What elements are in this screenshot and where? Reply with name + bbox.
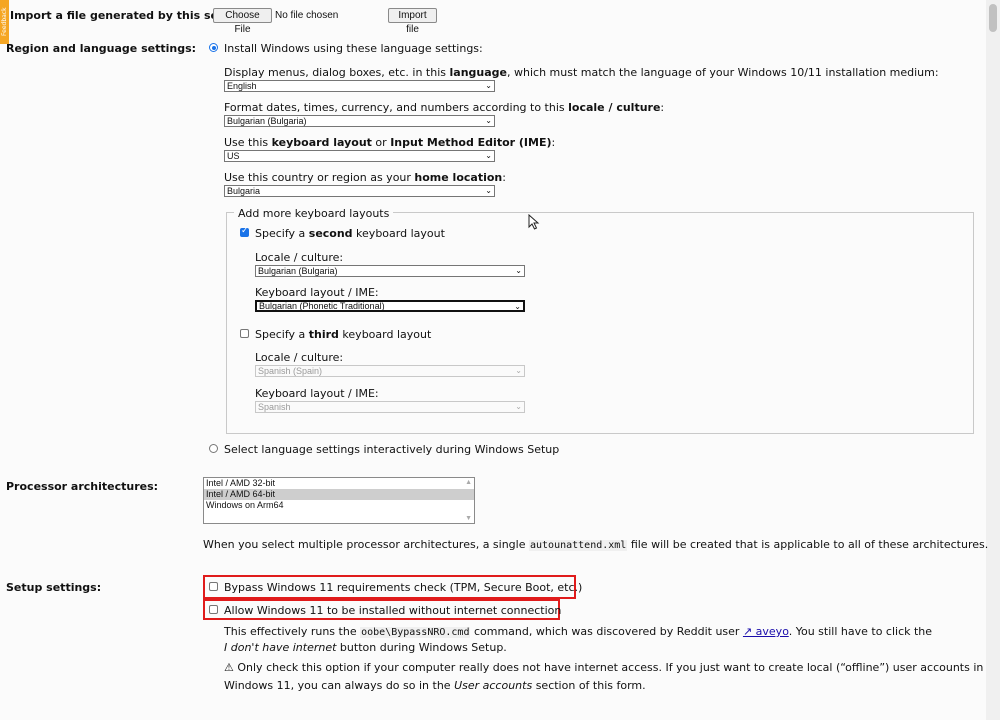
install-settings-label: Install Windows using these language set…	[224, 42, 483, 55]
chevron-down-icon: ⌄	[515, 402, 522, 411]
chevron-down-icon: ⌄	[485, 81, 492, 90]
second-layout-label: Specify a second keyboard layout	[255, 227, 445, 240]
offline-warning-line1: ⚠ Only check this option if your compute…	[224, 661, 984, 674]
feedback-tab[interactable]: Feedback	[0, 0, 9, 44]
scroll-up-icon[interactable]: ▲	[465, 479, 472, 486]
home-location-select[interactable]: Bulgaria ⌄	[224, 185, 495, 197]
home-location-label: Use this country or region as your home …	[224, 171, 506, 184]
chevron-down-icon: ⌄	[514, 302, 521, 311]
bypass-requirements-label: Bypass Windows 11 requirements check (TP…	[224, 581, 583, 594]
display-language-select[interactable]: English ⌄	[224, 80, 495, 92]
chevron-down-icon: ⌄	[485, 186, 492, 195]
processor-listbox[interactable]: Intel / AMD 32-bit Intel / AMD 64-bit Wi…	[203, 477, 475, 524]
import-file-button[interactable]: Import file	[388, 8, 437, 35]
warning-icon: ⚠	[224, 661, 234, 674]
chevron-down-icon: ⌄	[515, 366, 522, 375]
second-locale-select[interactable]: Bulgarian (Bulgaria) ⌄	[255, 265, 525, 277]
processor-option[interactable]: Windows on Arm64	[204, 500, 474, 511]
processor-option[interactable]: Intel / AMD 64-bit	[204, 489, 474, 500]
second-layout-ime-label: Keyboard layout / IME:	[255, 286, 379, 299]
cursor-icon	[528, 214, 540, 230]
offline-warning-line2: Windows 11, you can always do so in the …	[224, 679, 646, 692]
aveyo-link[interactable]: ↗ aveyo	[743, 625, 789, 638]
bypassnro-info-line1: This effectively runs the oobe\BypassNRO…	[224, 625, 933, 638]
second-layout-ime-select[interactable]: Bulgarian (Phonetic Traditional) ⌄	[255, 300, 525, 312]
keyboard-layout-select[interactable]: US ⌄	[224, 150, 495, 162]
second-layout-checkbox[interactable]	[240, 226, 249, 237]
format-locale-select[interactable]: Bulgarian (Bulgaria) ⌄	[224, 115, 495, 127]
processor-section-label: Processor architectures:	[6, 480, 159, 493]
third-layout-ime-select[interactable]: Spanish ⌄	[255, 401, 525, 413]
bypassnro-info-line2: I don't have internet button during Wind…	[224, 641, 507, 654]
no-internet-checkbox[interactable]	[209, 605, 218, 614]
chevron-down-icon: ⌄	[485, 116, 492, 125]
keyboard-layout-label: Use this keyboard layout or Input Method…	[224, 136, 556, 149]
choose-file-button[interactable]: Choose File	[213, 8, 272, 35]
scroll-down-icon[interactable]: ▼	[465, 515, 472, 522]
second-locale-label: Locale / culture:	[255, 251, 344, 264]
format-locale-label: Format dates, times, currency, and numbe…	[224, 101, 665, 114]
scrollbar-thumb[interactable]	[989, 4, 997, 32]
no-internet-label: Allow Windows 11 to be installed without…	[224, 604, 562, 617]
more-layouts-legend: Add more keyboard layouts	[234, 207, 394, 220]
page-scrollbar[interactable]	[986, 0, 1000, 720]
processor-option[interactable]: Intel / AMD 32-bit	[204, 478, 474, 489]
processor-note: When you select multiple processor archi…	[203, 538, 989, 551]
third-layout-checkbox[interactable]	[240, 329, 249, 338]
interactive-settings-label: Select language settings interactively d…	[224, 443, 560, 456]
setup-section-label: Setup settings:	[6, 581, 102, 594]
interactive-settings-radio[interactable]	[209, 444, 218, 453]
file-status: No file chosen	[275, 10, 339, 21]
region-section-label: Region and language settings:	[6, 42, 197, 55]
third-layout-ime-label: Keyboard layout / IME:	[255, 387, 379, 400]
chevron-down-icon: ⌄	[485, 151, 492, 160]
chevron-down-icon: ⌄	[515, 266, 522, 275]
bypass-requirements-checkbox[interactable]	[209, 582, 218, 591]
install-settings-radio[interactable]	[209, 43, 218, 52]
third-locale-select[interactable]: Spanish (Spain) ⌄	[255, 365, 525, 377]
third-layout-label: Specify a third keyboard layout	[255, 328, 432, 341]
third-locale-label: Locale / culture:	[255, 351, 344, 364]
display-language-label: Display menus, dialog boxes, etc. in thi…	[224, 66, 939, 79]
